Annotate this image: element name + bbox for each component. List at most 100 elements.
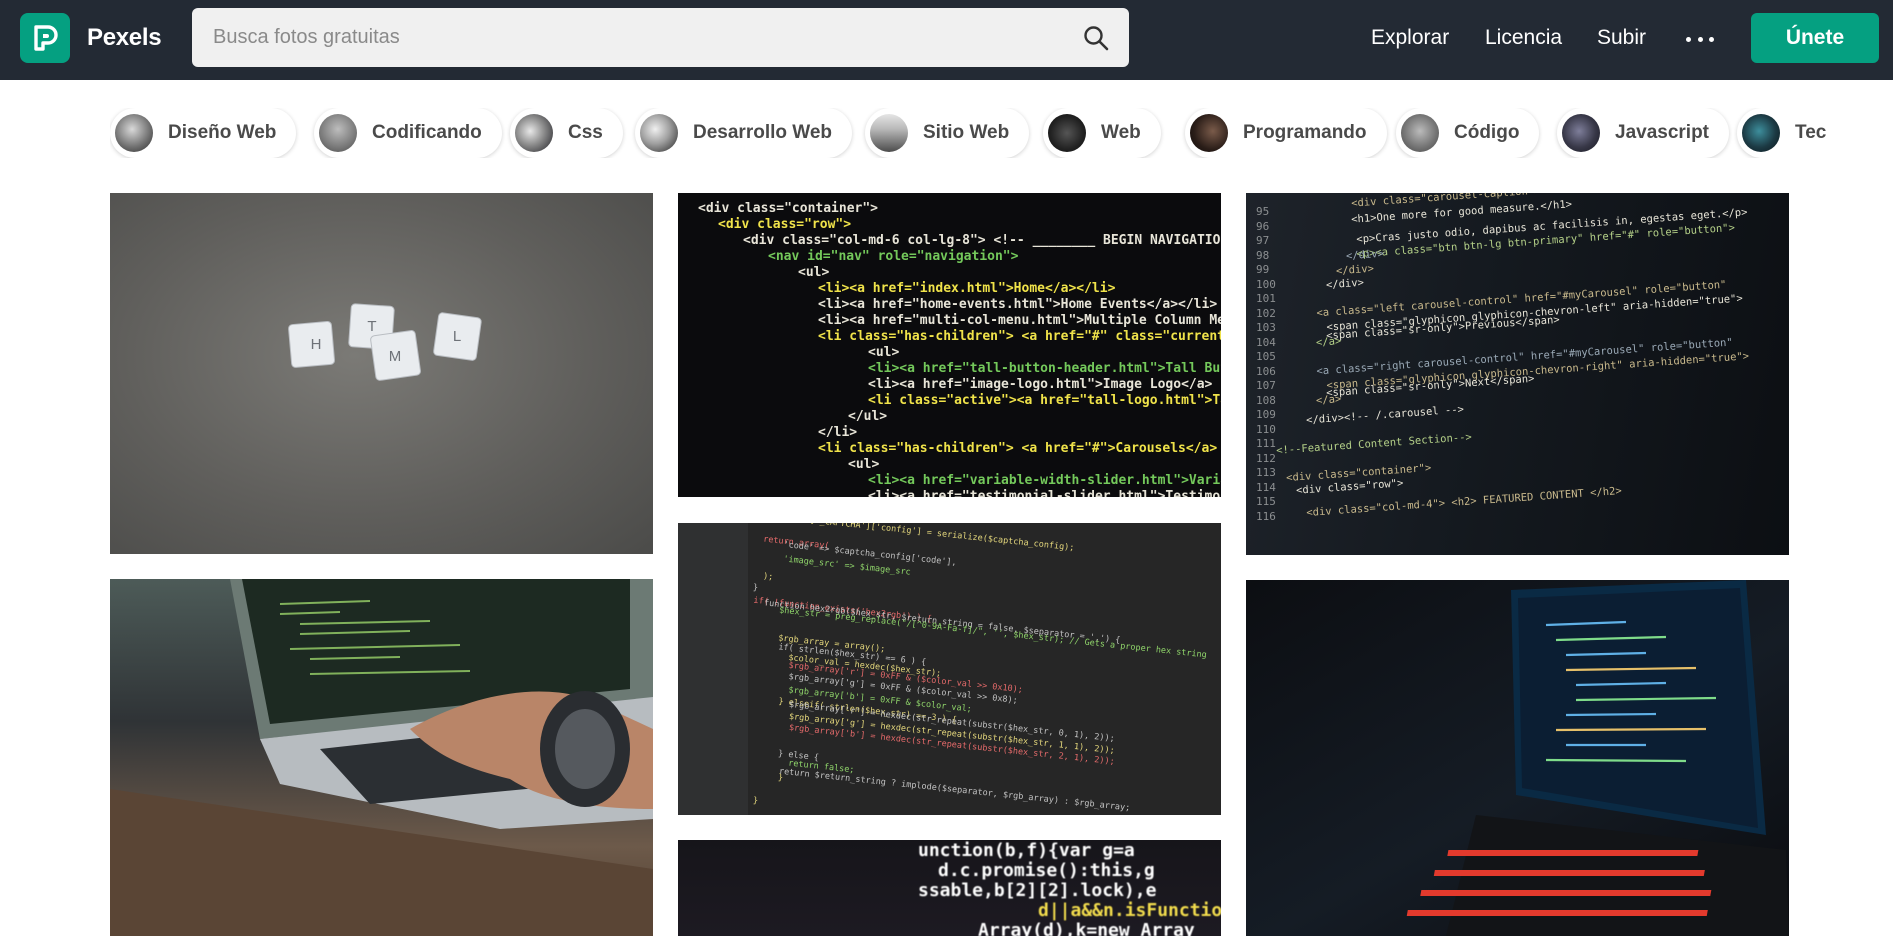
tag-chip-diseno-web[interactable]: Diseño Web — [110, 108, 297, 158]
photo-html-navigation-code[interactable]: <div class="container"> <div class="row">… — [678, 193, 1221, 497]
code-line: d.c.promise():this,g — [938, 860, 1155, 881]
tag-thumbnail — [515, 114, 553, 152]
line-number: 116 — [1256, 509, 1276, 523]
line-number: 98 — [1256, 248, 1270, 262]
code-line: <li><a href="multi-col-menu.html">Multip… — [818, 313, 1221, 328]
tile-letter: L — [453, 328, 461, 345]
code-line: <div class="col-md-6 col-lg-8"> <!-- ___… — [743, 233, 1221, 248]
code-line: </a> — [1315, 335, 1342, 349]
code-line: <!--Featured Content Section--> — [1275, 430, 1473, 457]
tag-thumbnail — [1742, 114, 1780, 152]
code-line: </div> — [1335, 262, 1375, 277]
more-options-icon[interactable] — [1686, 25, 1714, 53]
tag-thumbnail — [1048, 114, 1086, 152]
tag-chip-web[interactable]: Web — [1043, 108, 1161, 158]
line-number: 114 — [1256, 480, 1276, 494]
tile-letter: M — [389, 348, 402, 365]
code-line: <li><a href="variable-width-slider.html"… — [868, 473, 1221, 488]
code-line: } — [752, 795, 759, 807]
tag-chip-codificando[interactable]: Codificando — [314, 108, 502, 158]
brand-name[interactable]: Pexels — [87, 24, 162, 52]
tag-label: Desarrollo Web — [693, 122, 833, 143]
code-line: <div class="container"> — [698, 201, 879, 216]
photo-php-code-editor[interactable]: $_SESSION['_CAPTCHA']['config'] = serial… — [678, 523, 1221, 815]
tag-label: Javascript — [1615, 122, 1710, 143]
code-line: Array(d),k=new Array — [978, 920, 1195, 936]
pexels-logo-icon[interactable] — [20, 13, 70, 63]
tag-label: Sitio Web — [923, 122, 1010, 143]
related-tags-row: Diseño Web Codificando Css Desarrollo We… — [110, 108, 1826, 158]
line-number: 100 — [1256, 277, 1276, 291]
code-line: </div> — [1325, 276, 1365, 292]
code-line: <li><a href="image-logo.html">Image Logo… — [868, 377, 1213, 392]
photo-javascript-code-blur[interactable]: unction(b,f){var g=a d.c.promise():this,g… — [678, 840, 1221, 936]
code-line: <li class="active"><a href="tall-logo.ht… — [868, 393, 1221, 408]
line-number: 111 — [1256, 437, 1276, 450]
line-number: 112 — [1256, 451, 1276, 465]
tag-chip-sitio-web[interactable]: Sitio Web — [865, 108, 1030, 158]
tag-label: Css — [568, 122, 603, 143]
tag-chip-desarrollo-web[interactable]: Desarrollo Web — [635, 108, 853, 158]
line-number: 110 — [1256, 422, 1276, 436]
html-tiles-illustration: H T M L — [288, 303, 482, 381]
tag-thumbnail — [115, 114, 153, 152]
join-button[interactable]: Únete — [1751, 13, 1879, 63]
code-line: <li><a href="home-events.html">Home Even… — [818, 297, 1218, 312]
line-number: 105 — [1256, 350, 1276, 363]
line-number: 115 — [1256, 495, 1276, 508]
tag-label: Codificando — [372, 122, 482, 143]
code-line: <li class="has-children"> <a href="#" cl… — [818, 329, 1221, 344]
line-number: 102 — [1256, 306, 1276, 320]
line-number: 97 — [1256, 234, 1270, 247]
tag-chip-javascript[interactable]: Javascript — [1557, 108, 1730, 158]
search-bar[interactable] — [192, 8, 1129, 67]
code-line: </a> — [1315, 393, 1342, 407]
code-line: <li><a href="tall-button-header.html">Ta… — [868, 361, 1221, 376]
tag-chip-programando[interactable]: Programando — [1185, 108, 1387, 158]
line-number: 108 — [1256, 393, 1276, 407]
line-number: 95 — [1256, 205, 1270, 218]
photo-laptop-red-keyboard[interactable] — [1246, 580, 1789, 936]
photo-laptop-typing[interactable] — [110, 579, 653, 936]
nav-upload-link[interactable]: Subir — [1597, 26, 1646, 50]
line-number: 107 — [1256, 379, 1276, 392]
top-navigation-bar: Pexels Explorar Licencia Subir Únete — [0, 0, 1893, 80]
line-number: 104 — [1256, 335, 1276, 349]
code-line: } — [752, 582, 759, 594]
tag-label: Código — [1454, 122, 1520, 143]
search-icon[interactable] — [1083, 25, 1109, 51]
nav-license-link[interactable]: Licencia — [1485, 26, 1562, 50]
code-line: d||a&&n.isFunction — [1038, 900, 1221, 921]
nav-explore-link[interactable]: Explorar — [1371, 26, 1449, 50]
code-line: <li><a href="index.html">Home</a></li> — [818, 281, 1116, 296]
code-line: <li><a href="testimonial-slider.html">Te… — [868, 489, 1221, 497]
tag-chip-codigo[interactable]: Código — [1396, 108, 1540, 158]
line-number: 101 — [1256, 292, 1276, 305]
code-line: <li class="has-children"> <a href="#">Ca… — [818, 441, 1218, 456]
code-line: <nav id="nav" role="navigation"> — [768, 249, 1019, 264]
code-line: <ul> — [848, 457, 880, 472]
tag-thumbnail — [319, 114, 357, 152]
tile-letter: H — [311, 336, 322, 353]
tag-chip-css[interactable]: Css — [510, 108, 623, 158]
line-number: 99 — [1256, 263, 1270, 276]
code-line: ); — [762, 571, 774, 583]
code-line: <ul> — [798, 265, 830, 280]
line-number: 113 — [1256, 466, 1276, 479]
photo-carousel-code-monitor[interactable]: <div class="carousel-caption"> <h1>One mo… — [1246, 193, 1789, 555]
tag-label: Tecnología — [1795, 122, 1826, 143]
tile-letter: T — [367, 318, 376, 335]
tag-thumbnail — [640, 114, 678, 152]
laptop-dark-illustration — [1406, 580, 1789, 936]
tag-chip-tecnologia[interactable]: Tecnología — [1737, 108, 1826, 158]
code-line: ssable,b[2][2].lock),e — [918, 880, 1157, 901]
tag-thumbnail — [1190, 114, 1228, 152]
tag-thumbnail — [1401, 114, 1439, 152]
search-input[interactable] — [192, 8, 1072, 67]
photo-html-tiles[interactable]: H T M L — [110, 193, 653, 554]
line-number: 96 — [1256, 219, 1270, 233]
code-line: return $return_string ? implode($separat… — [778, 766, 1131, 814]
code-line: unction(b,f){var g=a — [918, 840, 1135, 861]
laptop-typing-illustration — [110, 579, 653, 936]
code-line: <div class="row"> — [718, 217, 852, 232]
